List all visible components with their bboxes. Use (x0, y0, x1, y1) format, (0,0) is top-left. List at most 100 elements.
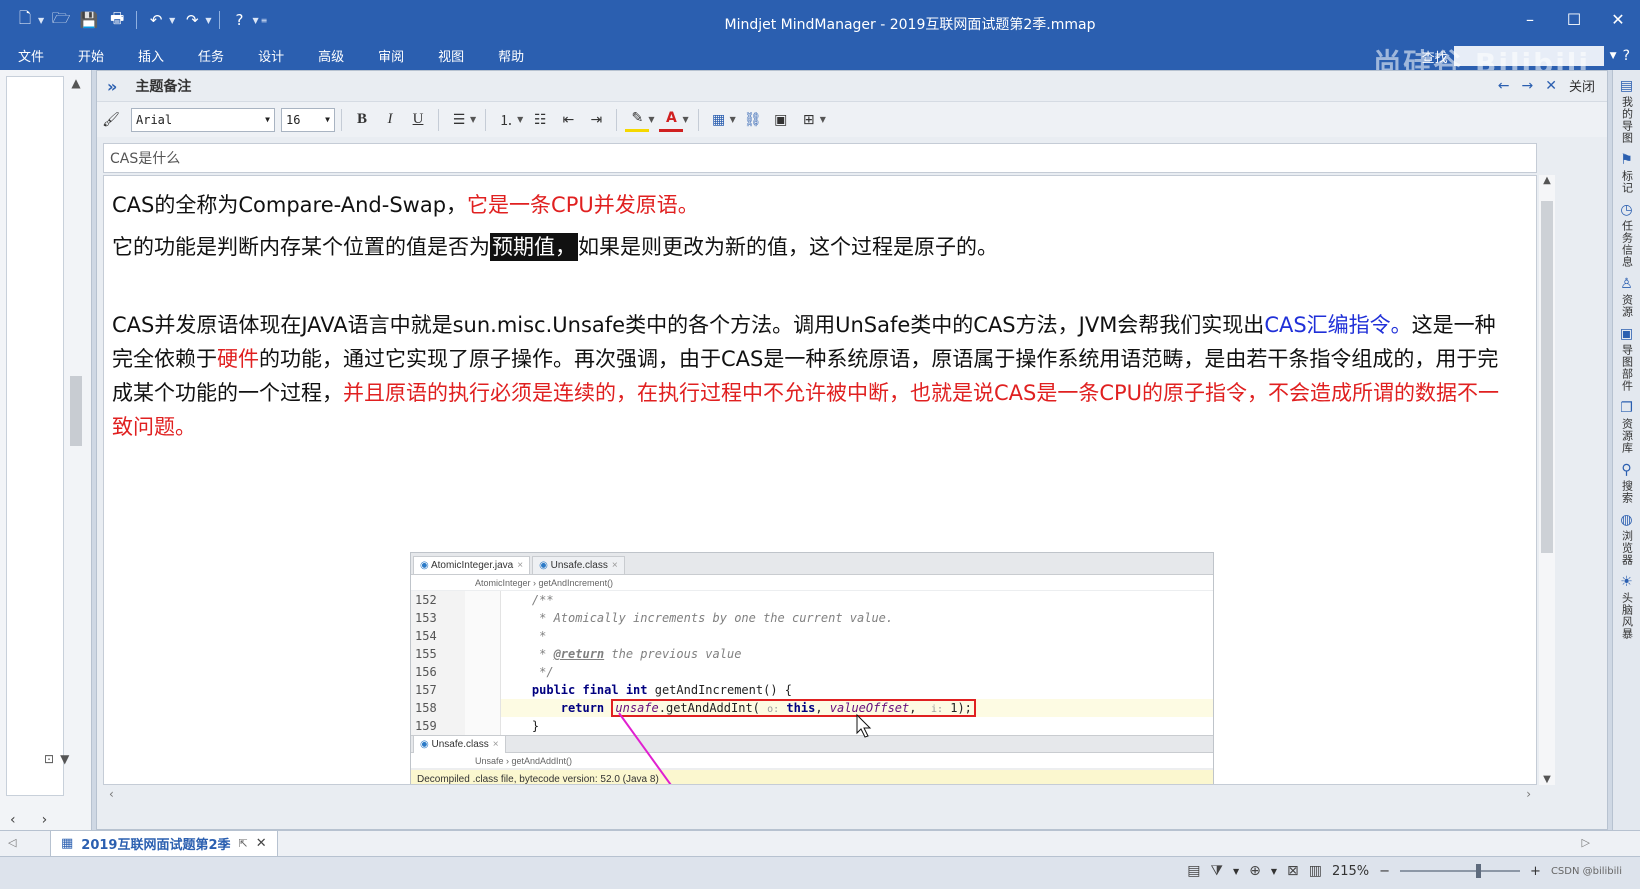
arrow-left-icon[interactable]: ← (1498, 78, 1510, 94)
editor-vertical-scrollbar[interactable]: ▲ ▼ (1539, 175, 1555, 785)
scroll-left-icon[interactable]: ‹ (109, 787, 114, 803)
align-left-icon[interactable]: ☰ (447, 108, 471, 132)
increase-indent-icon[interactable]: ⇥ (584, 108, 608, 132)
chevron-down-icon[interactable]: ▼ (470, 115, 476, 124)
pin-icon[interactable]: ⇱ (239, 837, 248, 850)
bold-button[interactable]: B (350, 108, 374, 132)
zoom-slider[interactable] (1400, 864, 1521, 878)
notes-navigation: ← → ✕ 关闭 (1498, 76, 1595, 96)
scroll-up-icon[interactable]: ▲ (66, 76, 86, 90)
sidebar-item-search[interactable]: ⚲ 搜索 (1619, 462, 1635, 504)
close-icon[interactable]: ✕ (256, 836, 267, 851)
chevron-left-icon[interactable]: ◁ (8, 836, 16, 849)
chevron-down-icon[interactable]: ▼ (682, 115, 688, 124)
text-run: CAS的全称为Compare-And-Swap， (112, 193, 468, 217)
chevron-left-icon[interactable]: ‹ (10, 812, 16, 828)
menu-design[interactable]: 设计 (242, 46, 300, 65)
chevron-down-icon[interactable]: ▼ (820, 115, 826, 124)
close-icon: × (611, 560, 618, 571)
zoom-out-icon[interactable]: − (1379, 864, 1390, 879)
sidebar-item-browser[interactable]: ◍ 浏览器 (1619, 512, 1635, 566)
image-icon[interactable]: ▣ (769, 108, 793, 132)
filter-icon[interactable]: ⧩ (1210, 863, 1223, 879)
notes-toggle-icon[interactable]: ▤ (1187, 863, 1200, 879)
sidebar-item-map-parts[interactable]: ▣ 导图部件 (1619, 326, 1635, 392)
zoom-slider-knob[interactable] (1476, 864, 1482, 878)
chevron-down-icon[interactable]: ▼ (1271, 867, 1277, 876)
scroll-down-icon[interactable]: ▼ (1539, 774, 1555, 785)
scroll-right-icon[interactable]: › (1526, 787, 1531, 803)
zoom-in-icon[interactable]: + (1530, 864, 1541, 879)
sidebar-item-my-maps[interactable]: ▤ 我的导图 (1619, 78, 1635, 144)
numbered-list-icon[interactable]: ⒈ (494, 108, 518, 132)
text-run: CAS并发原语体现在JAVA语言中就是sun.misc.Unsafe类中的各个方… (112, 313, 1265, 337)
document-tab[interactable]: ▦ 2019互联网面试题第2季 ⇱ ✕ (50, 831, 278, 857)
notes-title: 主题备注 (135, 79, 192, 95)
decrease-indent-icon[interactable]: ⇤ (556, 108, 580, 132)
expand-icon[interactable]: » (107, 77, 117, 96)
menu-review[interactable]: 审阅 (362, 46, 420, 65)
chevron-right-icon[interactable]: › (42, 812, 48, 828)
help-icon[interactable]: ? (1623, 48, 1630, 64)
code-line-current: 158 return unsafe.getAndAddInt( o: this,… (411, 699, 1213, 717)
editor-horizontal-scrollbar[interactable]: ‹ › (103, 787, 1537, 803)
scroll-thumb[interactable] (70, 376, 82, 446)
code-line: 154 * (411, 627, 1213, 645)
maximize-button[interactable]: ☐ (1552, 10, 1596, 29)
menu-help[interactable]: 帮助 (482, 46, 540, 65)
underline-button[interactable]: U (406, 108, 430, 132)
line-number: 152 (411, 591, 465, 609)
menu-file[interactable]: 文件 (2, 46, 60, 65)
menu-insert[interactable]: 插入 (122, 46, 180, 65)
chevron-down-icon[interactable]: ▼ (517, 115, 523, 124)
format-painter-icon[interactable]: 🖌 (99, 108, 123, 132)
scroll-thumb[interactable] (1541, 201, 1553, 553)
toolbar-separator (341, 108, 342, 131)
sidebar-item-library[interactable]: ❐ 资源库 (1619, 400, 1635, 454)
menu-home[interactable]: 开始 (62, 46, 120, 65)
notes-header: » 主题备注 ← → ✕ 关闭 (97, 71, 1607, 101)
close-notes-button[interactable]: 关闭 (1569, 76, 1595, 95)
scroll-up-icon[interactable]: ▲ (1539, 175, 1555, 186)
menu-task[interactable]: 任务 (182, 46, 240, 65)
insert-object-icon[interactable]: ⊞ (797, 108, 821, 132)
note-editor[interactable]: CAS的全称为Compare-And-Swap，它是一条CPU并发原语。 它的功… (103, 175, 1537, 785)
left-scrollbar[interactable]: ▲ (66, 76, 86, 796)
close-button[interactable]: ✕ (1596, 10, 1640, 29)
ide-breadcrumb: Unsafe › getAndAddInt() (411, 753, 1213, 769)
toolbar-separator (697, 108, 699, 131)
table-icon[interactable]: ▦ (707, 108, 731, 132)
chevron-down-icon[interactable]: ▼ (60, 752, 69, 766)
outline-view-icon[interactable]: ▥ (1309, 863, 1322, 879)
keyword: this (786, 701, 816, 715)
code-gutter (465, 717, 501, 735)
search-dropdown-icon[interactable]: ▼ (1610, 51, 1617, 61)
sidebar-item-resources[interactable]: ♙ 资源 (1619, 276, 1635, 318)
minimize-button[interactable]: – (1508, 10, 1552, 29)
font-family-select[interactable]: Arial ▼ (131, 107, 275, 132)
menu-view[interactable]: 视图 (422, 46, 480, 65)
link-icon[interactable]: ⛓ (741, 108, 765, 132)
close-icon[interactable]: ✕ (1545, 78, 1557, 94)
menu-advanced[interactable]: 高级 (302, 46, 360, 65)
fit-view-icon[interactable]: ⊡ (44, 752, 54, 766)
add-topic-icon[interactable]: ⊕ (1249, 863, 1261, 879)
chevron-down-icon[interactable]: ▼ (648, 115, 654, 124)
keyword: public final int (531, 683, 648, 697)
line-number: 159 (411, 717, 465, 735)
font-size-select[interactable]: 16 ▼ (281, 107, 335, 132)
fit-map-icon[interactable]: ⊠ (1287, 863, 1299, 879)
italic-button[interactable]: I (378, 108, 402, 132)
mindmap-file-icon: ▦ (61, 836, 74, 851)
font-color-icon[interactable]: A (659, 108, 684, 132)
chevron-right-icon[interactable]: ▷ (1582, 836, 1590, 849)
keyword: return (560, 701, 605, 715)
bullet-list-icon[interactable]: ☷ (528, 108, 552, 132)
sidebar-item-brainstorm[interactable]: ☀ 头脑风暴 (1619, 574, 1635, 640)
chevron-down-icon[interactable]: ▼ (730, 115, 736, 124)
sidebar-item-task-info[interactable]: ◷ 任务信息 (1619, 202, 1635, 268)
arrow-right-icon[interactable]: → (1522, 78, 1534, 94)
highlight-color-icon[interactable]: ✎ (625, 108, 650, 132)
chevron-down-icon[interactable]: ▼ (1233, 867, 1239, 876)
sidebar-item-markers[interactable]: ⚑ 标记 (1619, 152, 1635, 194)
